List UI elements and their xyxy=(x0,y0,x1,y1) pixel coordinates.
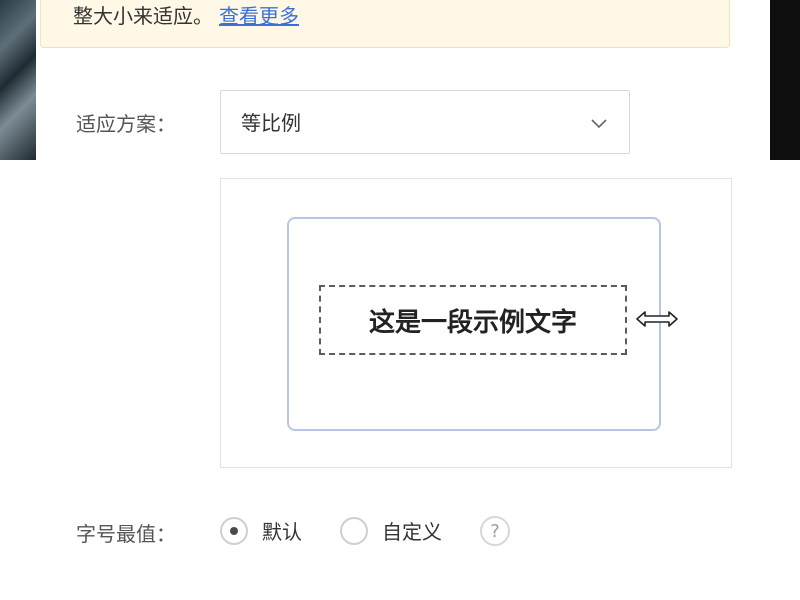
fit-scheme-label: 适应方案： xyxy=(76,112,176,136)
background-dark-right xyxy=(768,0,800,160)
preview-area: 这是一段示例文字 xyxy=(220,178,732,468)
question-icon[interactable]: ? xyxy=(480,516,510,546)
radio-custom-label: 自定义 xyxy=(382,520,442,544)
view-more-link[interactable]: 查看更多 xyxy=(219,4,299,28)
resize-horizontal-icon[interactable] xyxy=(633,307,681,331)
fit-scheme-select[interactable]: 等比例 xyxy=(220,90,630,154)
sample-text-box[interactable]: 这是一段示例文字 xyxy=(319,285,627,355)
background-image-left xyxy=(0,0,40,160)
radio-default-label: 默认 xyxy=(262,520,302,544)
chevron-down-icon xyxy=(591,119,607,129)
notice-banner: 整大小来适应。 查看更多 xyxy=(40,0,730,48)
notice-text: 整大小来适应。 查看更多 xyxy=(73,3,299,29)
notice-message: 整大小来适应。 xyxy=(73,4,213,28)
radio-custom[interactable]: 自定义 xyxy=(340,516,442,545)
font-size-limit-label: 字号最值： xyxy=(76,522,176,546)
radio-custom-indicator[interactable] xyxy=(340,516,368,545)
preview-container: 这是一段示例文字 xyxy=(287,217,678,431)
sample-text: 这是一段示例文字 xyxy=(368,307,577,338)
radio-default-indicator[interactable] xyxy=(220,516,248,545)
fit-scheme-value: 等比例 xyxy=(241,111,301,135)
radio-default[interactable]: 默认 xyxy=(220,516,302,545)
